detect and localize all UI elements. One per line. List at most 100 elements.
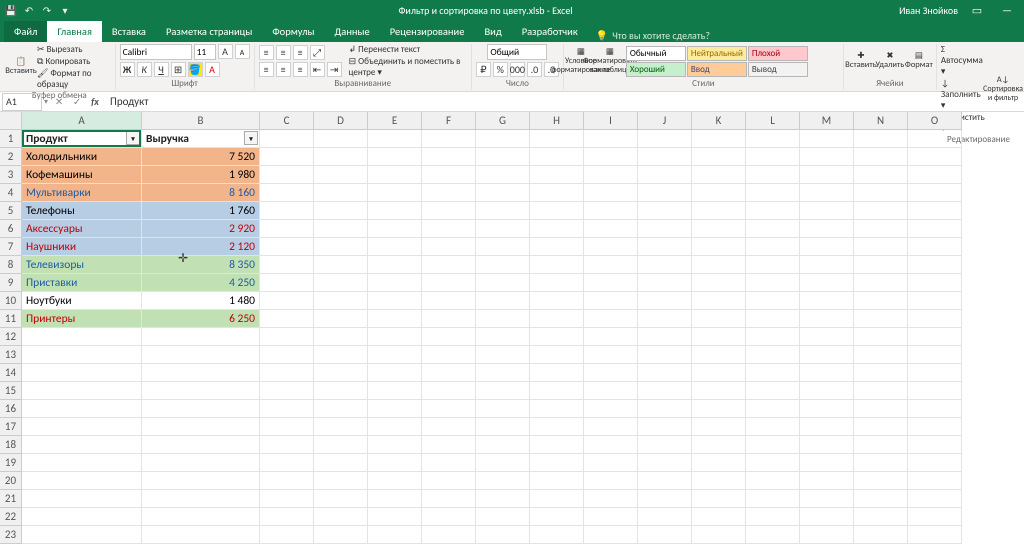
cell[interactable] [422,148,476,166]
cell[interactable] [260,490,314,508]
cell[interactable] [368,130,422,148]
cell[interactable]: 8 350 [142,256,260,274]
cell[interactable] [476,202,530,220]
row-header[interactable]: 2 [0,148,22,166]
cell[interactable] [800,328,854,346]
tell-me[interactable]: 💡 Что вы хотите сделать? [596,29,710,42]
column-header[interactable]: L [746,112,800,130]
cell[interactable] [692,256,746,274]
style-cell[interactable]: Обычный [626,46,686,61]
cell[interactable] [314,400,368,418]
name-box-dropdown-icon[interactable]: ▾ [44,97,48,107]
cell[interactable] [260,454,314,472]
cell[interactable] [854,472,908,490]
cell[interactable] [422,490,476,508]
cell[interactable] [368,256,422,274]
cell[interactable] [854,292,908,310]
cell[interactable]: Ноутбуки [22,292,142,310]
cell[interactable] [638,220,692,238]
wrap-text-button[interactable]: ↲ Перенести текст [349,44,467,55]
cell[interactable] [800,382,854,400]
cell[interactable] [22,472,142,490]
cell[interactable] [530,220,584,238]
cell[interactable] [746,310,800,328]
cell[interactable] [476,148,530,166]
cell[interactable] [368,202,422,220]
cell[interactable] [260,526,314,544]
row-header[interactable]: 13 [0,346,22,364]
cell[interactable] [22,418,142,436]
cell[interactable] [530,490,584,508]
cell[interactable] [584,382,638,400]
column-header[interactable]: A [22,112,142,130]
indent-increase-icon[interactable]: ⇥ [327,62,342,77]
cell[interactable] [422,256,476,274]
cell[interactable] [22,382,142,400]
cell[interactable] [314,184,368,202]
cell[interactable] [260,328,314,346]
cell[interactable]: 8 160 [142,184,260,202]
cell[interactable] [260,310,314,328]
cell[interactable] [530,418,584,436]
cell[interactable]: Приставки [22,274,142,292]
cell[interactable] [368,436,422,454]
row-header[interactable]: 20 [0,472,22,490]
cell[interactable] [314,220,368,238]
row-header[interactable]: 17 [0,418,22,436]
cell[interactable] [142,436,260,454]
cell[interactable] [260,148,314,166]
cell[interactable] [530,274,584,292]
cell[interactable] [260,202,314,220]
cell[interactable] [422,454,476,472]
cell[interactable] [854,418,908,436]
insert-cells-button[interactable]: ✚Вставить [848,47,874,75]
cell[interactable] [638,130,692,148]
cell[interactable]: Продукт▾ [22,130,142,148]
cell[interactable] [800,310,854,328]
cell[interactable] [854,382,908,400]
cell[interactable] [638,382,692,400]
cell[interactable] [638,184,692,202]
cell[interactable] [314,418,368,436]
cell[interactable] [368,526,422,544]
cell[interactable] [22,454,142,472]
currency-icon[interactable]: ₽ [476,62,491,77]
cell[interactable] [584,220,638,238]
font-name-input[interactable] [120,44,192,60]
cell[interactable] [476,292,530,310]
cell[interactable] [142,526,260,544]
cell[interactable] [314,256,368,274]
cell[interactable] [584,418,638,436]
cell[interactable] [746,328,800,346]
cell[interactable] [908,310,962,328]
cell[interactable] [692,454,746,472]
cell[interactable] [584,454,638,472]
cell[interactable] [692,166,746,184]
cell[interactable] [692,418,746,436]
cell[interactable] [908,382,962,400]
cell[interactable] [800,418,854,436]
cell[interactable] [142,454,260,472]
style-cell[interactable]: Плохой [748,46,808,61]
cell[interactable] [314,436,368,454]
cell[interactable] [530,310,584,328]
cell[interactable] [692,490,746,508]
cell[interactable] [314,454,368,472]
column-header[interactable]: O [908,112,962,130]
cell[interactable] [746,454,800,472]
cell[interactable] [314,274,368,292]
indent-decrease-icon[interactable]: ⇤ [310,62,325,77]
cell[interactable] [476,454,530,472]
cell[interactable] [584,310,638,328]
font-size-input[interactable] [194,44,216,60]
orientation-icon[interactable]: ⤢ [310,45,325,60]
cell[interactable] [422,508,476,526]
cell[interactable] [854,400,908,418]
cell[interactable] [746,256,800,274]
cell[interactable] [260,256,314,274]
cell[interactable] [584,184,638,202]
cell[interactable] [22,526,142,544]
cell[interactable] [314,166,368,184]
cell[interactable] [368,454,422,472]
row-header[interactable]: 23 [0,526,22,544]
